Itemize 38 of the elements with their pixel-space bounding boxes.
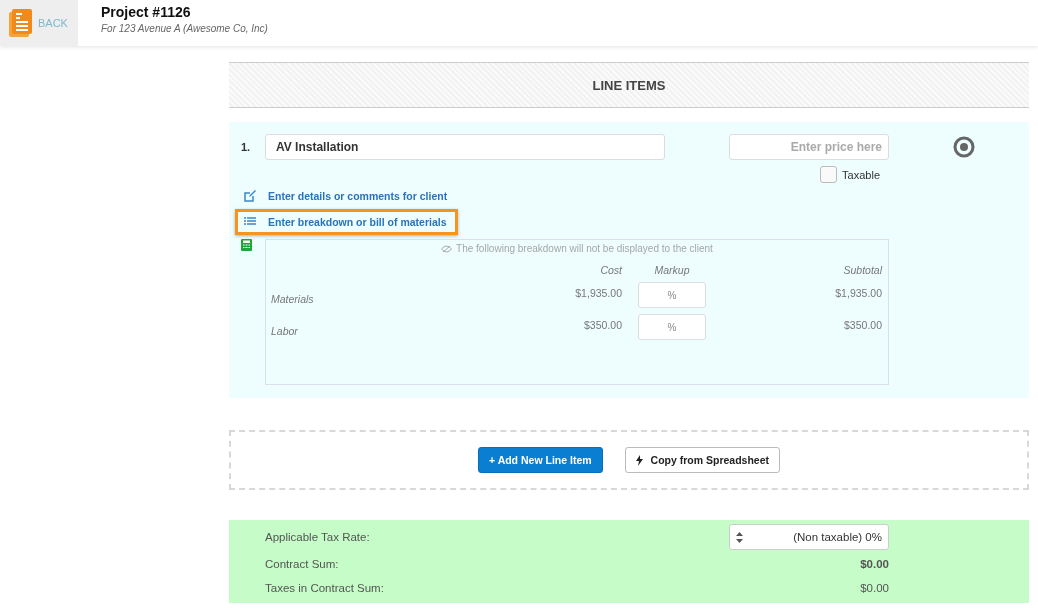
item-name-field[interactable]: AV Installation	[265, 134, 665, 160]
item-link[interactable]: Enter breakdown or bill of materials	[268, 216, 447, 228]
taxable-label: Taxable	[842, 168, 880, 181]
tax-rate-label: Applicable Tax Rate:	[265, 531, 370, 543]
column-header: Subtotal	[842, 264, 882, 276]
calculator-icon	[241, 239, 252, 251]
cost-cell-text: $1,935.00	[574, 287, 622, 299]
summary-value: $0.00	[860, 582, 889, 594]
summary-label: Taxes in Contract Sum:	[265, 582, 384, 594]
taxable-checkbox[interactable]	[820, 166, 838, 183]
edit-icon	[244, 190, 256, 202]
price-field[interactable]: Enter price here	[729, 134, 889, 160]
section-title: LINE ITEMS	[229, 62, 1029, 108]
breakdown-notice: The following breakdown will not be displayed to the client	[456, 243, 713, 254]
radio-icon[interactable]	[953, 136, 975, 158]
row-label: Materials	[271, 292, 315, 305]
stepper-arrows-icon	[736, 531, 743, 543]
hidden-eye-icon	[441, 244, 453, 253]
row-label: Labor	[271, 324, 299, 337]
markup-field[interactable]: %	[638, 314, 706, 340]
project-title: Project #1126	[101, 4, 192, 20]
item-link[interactable]: Enter details or comments for client	[268, 190, 448, 202]
column-header: Cost	[599, 264, 622, 276]
cost-cell-text: $350.00	[583, 319, 622, 331]
markup-field[interactable]: %	[638, 282, 706, 308]
copy-spreadsheet-button[interactable]: Copy from Spreadsheet	[624, 447, 780, 473]
summary-value: $0.00	[860, 558, 889, 570]
subtotal-cell-text: $1,935.00	[834, 287, 882, 299]
summary-label: Contract Sum:	[265, 558, 339, 570]
column-header: Markup	[653, 264, 691, 276]
add-line-item-button[interactable]: + Add New Line Item	[477, 447, 603, 473]
subtotal-cell-text: $350.00	[843, 319, 882, 331]
lightning-icon	[635, 454, 643, 466]
list-icon	[244, 217, 256, 227]
invoice-icon	[9, 9, 33, 37]
tax-rate-select[interactable]: (Non taxable) 0%	[729, 524, 889, 550]
item-number: 1.	[241, 140, 252, 153]
project-subtitle: For 123 Avenue A (Awesome Co, Inc)	[101, 23, 268, 34]
